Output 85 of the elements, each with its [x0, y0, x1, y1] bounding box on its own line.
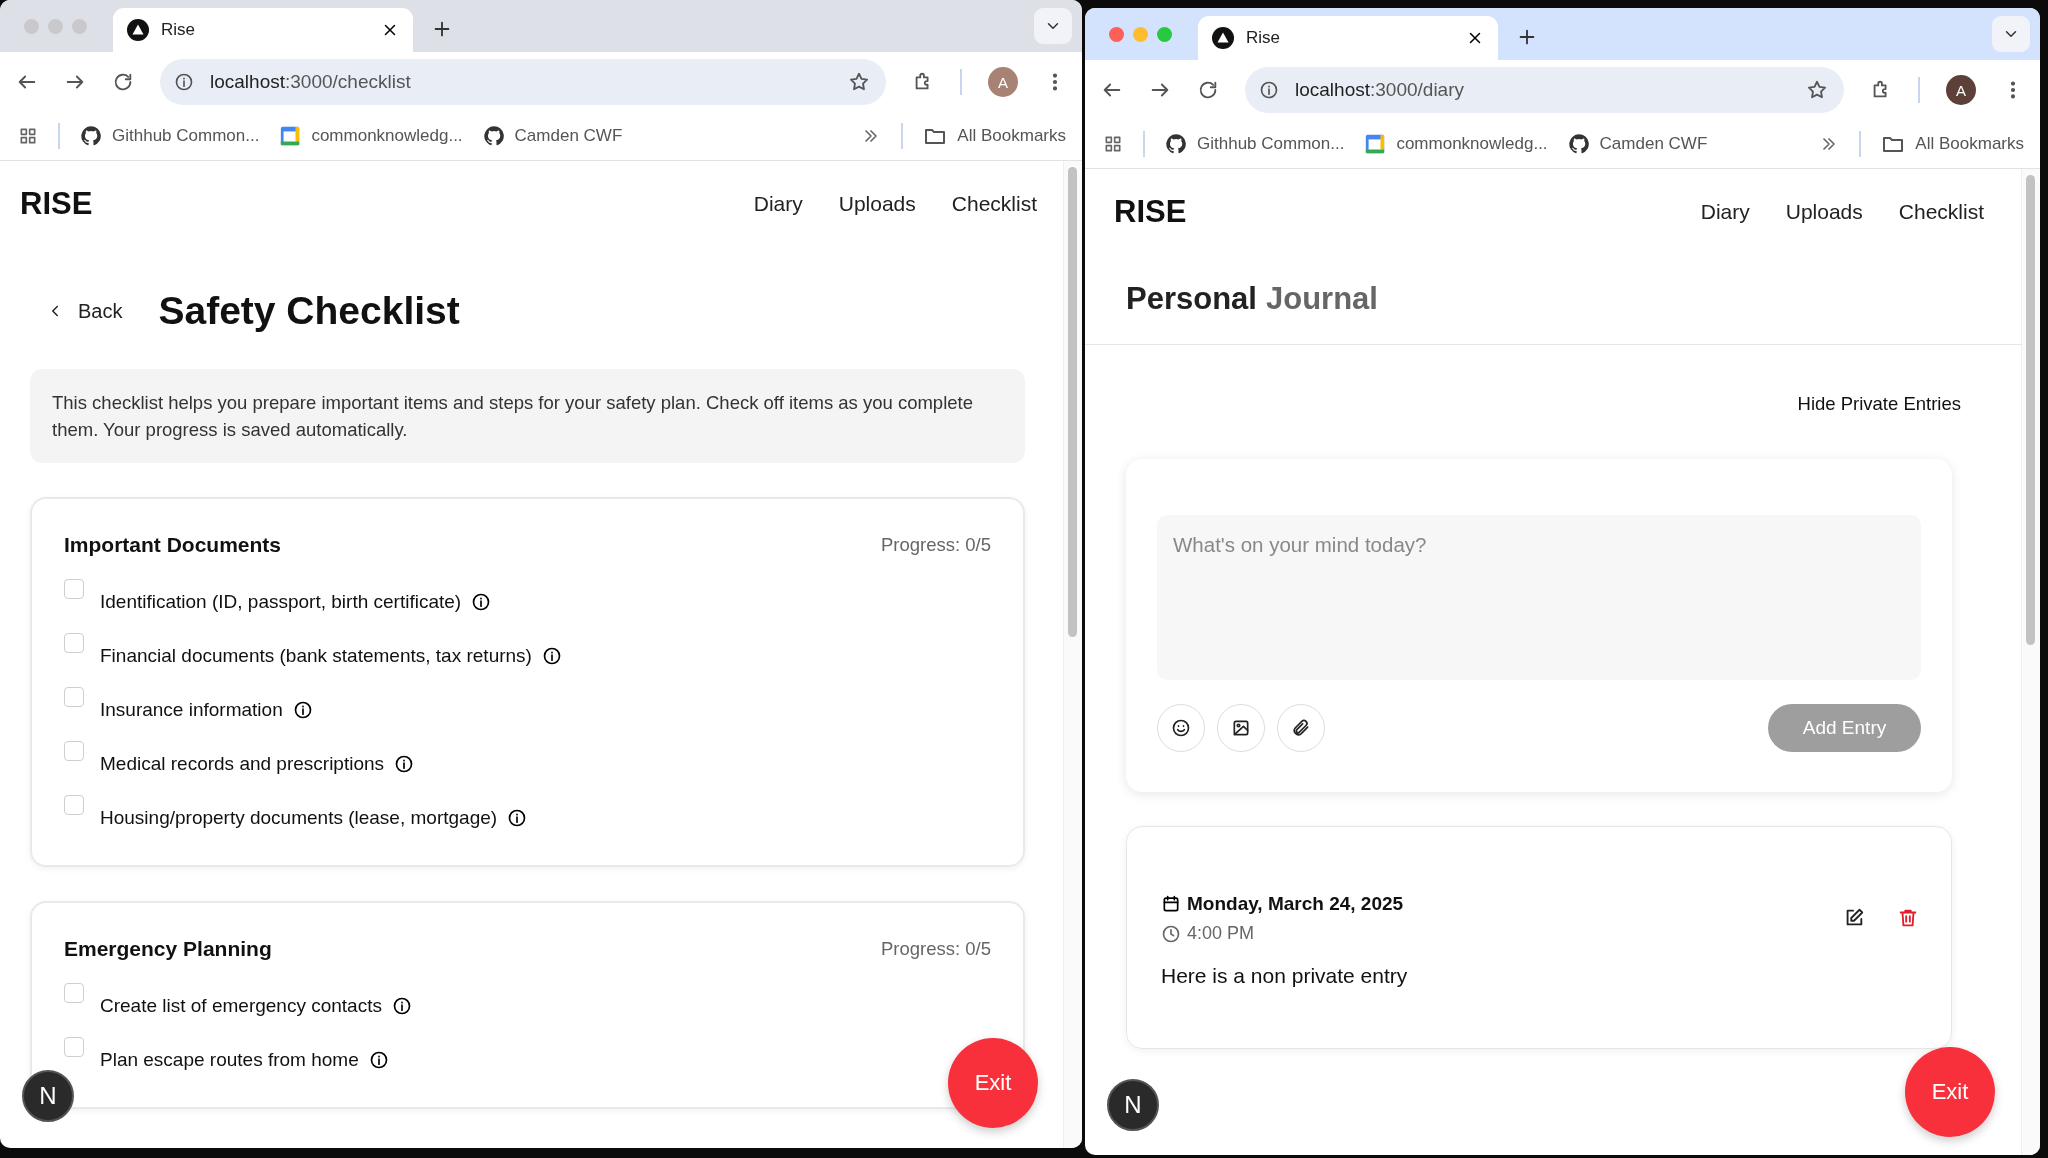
exit-button[interactable]: Exit — [1905, 1047, 1995, 1137]
info-icon[interactable] — [1259, 80, 1279, 100]
reload-icon[interactable] — [1197, 79, 1219, 101]
page-title: Safety Checklist — [158, 289, 460, 333]
checkbox[interactable] — [64, 633, 84, 653]
profile-avatar[interactable]: A — [1946, 75, 1976, 105]
dev-badge[interactable]: N — [22, 1070, 74, 1122]
dev-badge[interactable]: N — [1107, 1079, 1159, 1131]
info-icon[interactable] — [394, 754, 415, 774]
emoji-button[interactable] — [1157, 704, 1205, 752]
browser-tab[interactable]: Rise — [113, 8, 413, 52]
page-title: Personal — [1126, 281, 1257, 317]
checkbox[interactable] — [64, 687, 84, 707]
star-icon[interactable] — [1806, 79, 1828, 101]
bookmark[interactable]: Camden CWF — [482, 125, 623, 147]
nav-link[interactable]: Diary — [753, 191, 803, 216]
image-icon — [1231, 718, 1251, 738]
checklist-item: Housing/property documents (lease, mortgage) — [100, 807, 498, 829]
apps-grid-icon[interactable] — [18, 126, 38, 146]
reload-icon[interactable] — [112, 71, 134, 93]
address-bar[interactable]: localhost:3000/diary — [1245, 67, 1844, 113]
checkbox[interactable] — [64, 579, 84, 599]
info-icon[interactable] — [174, 72, 194, 92]
intro-text: This checklist helps you prepare important items and steps for your safety plan. Check off items as you complete them. Your progress is saved automatically. — [30, 369, 1025, 463]
bookmark[interactable]: commonknowledg... — [279, 125, 463, 147]
nav-link[interactable]: Checklist — [1898, 199, 1984, 224]
info-icon[interactable] — [391, 996, 412, 1016]
page-title-accent: Journal — [1265, 281, 1378, 317]
bookmark-folder[interactable]: All Bookmarks — [923, 124, 1066, 148]
nav-link[interactable]: Diary — [1700, 199, 1750, 224]
checklist-item: Financial documents (bank statements, tax returns) — [100, 645, 532, 667]
calendar-icon — [1161, 894, 1181, 914]
entry-input[interactable]: What's on your mind today? — [1157, 515, 1921, 680]
exit-button[interactable]: Exit — [948, 1038, 1038, 1128]
browser-tab[interactable]: Rise — [1198, 16, 1498, 60]
info-icon[interactable] — [368, 1050, 389, 1070]
clock-icon — [1161, 923, 1181, 944]
section-title: Emergency Planning — [64, 937, 272, 961]
checklist-item: Identification (ID, passport, birth certificate) — [100, 591, 462, 613]
info-icon[interactable] — [471, 592, 492, 612]
progress-text: Progress: 0/5 — [880, 534, 991, 556]
logo: RISE — [20, 185, 93, 222]
image-button[interactable] — [1217, 704, 1265, 752]
scrollbar[interactable] — [2021, 169, 2040, 1155]
calendar-icon — [279, 125, 302, 147]
smiley-icon — [1171, 718, 1191, 738]
nav-link[interactable]: Checklist — [951, 191, 1037, 216]
progress-text: Progress: 0/5 — [880, 938, 991, 960]
section-title: Important Documents — [64, 533, 281, 557]
address-bar[interactable]: localhost:3000/checklist — [160, 59, 886, 105]
apps-grid-icon[interactable] — [1103, 134, 1123, 154]
checkbox[interactable] — [64, 795, 84, 815]
logo: RISE — [1114, 193, 1187, 230]
toggle-private-button[interactable]: Hide Private Entries — [1797, 393, 1961, 415]
entry-time: 4:00 PM — [1187, 923, 1255, 944]
attach-button[interactable] — [1277, 704, 1325, 752]
checkbox[interactable] — [64, 741, 84, 761]
checkbox[interactable] — [64, 1037, 84, 1057]
bookmark[interactable]: Camden CWF — [1567, 133, 1708, 155]
back-button[interactable]: Back — [46, 299, 123, 323]
trash-icon[interactable] — [1897, 907, 1919, 929]
bookmark[interactable]: Githhub Common... — [1165, 133, 1345, 155]
checklist-item: Plan escape routes from home — [100, 1049, 359, 1071]
checklist-item: Create list of emergency contacts — [100, 995, 382, 1017]
star-icon[interactable] — [848, 71, 870, 93]
bookmark-folder[interactable]: All Bookmarks — [1881, 132, 2024, 156]
entry-date: Monday, March 24, 2025 — [1187, 893, 1404, 915]
info-icon[interactable] — [507, 808, 528, 828]
github-cat-icon — [80, 125, 102, 147]
info-icon[interactable] — [541, 646, 562, 666]
nav-link[interactable]: Uploads — [838, 191, 916, 216]
bookmark[interactable]: Githhub Common... — [80, 125, 260, 147]
github-cat-icon — [482, 125, 505, 147]
checklist-item: Insurance information — [100, 699, 283, 721]
scrollbar[interactable] — [1063, 161, 1082, 1148]
calendar-icon — [1364, 133, 1387, 155]
checkbox[interactable] — [64, 983, 84, 1003]
github-cat-icon — [1165, 133, 1187, 155]
nav-link[interactable]: Uploads — [1785, 199, 1863, 224]
entry-text: Here is a non private entry — [1161, 964, 1409, 988]
paperclip-icon — [1291, 718, 1311, 738]
github-cat-icon — [1567, 133, 1590, 155]
checklist-item: Medical records and prescriptions — [100, 753, 385, 775]
bookmark[interactable]: commonknowledg... — [1364, 133, 1548, 155]
info-icon[interactable] — [292, 700, 313, 720]
